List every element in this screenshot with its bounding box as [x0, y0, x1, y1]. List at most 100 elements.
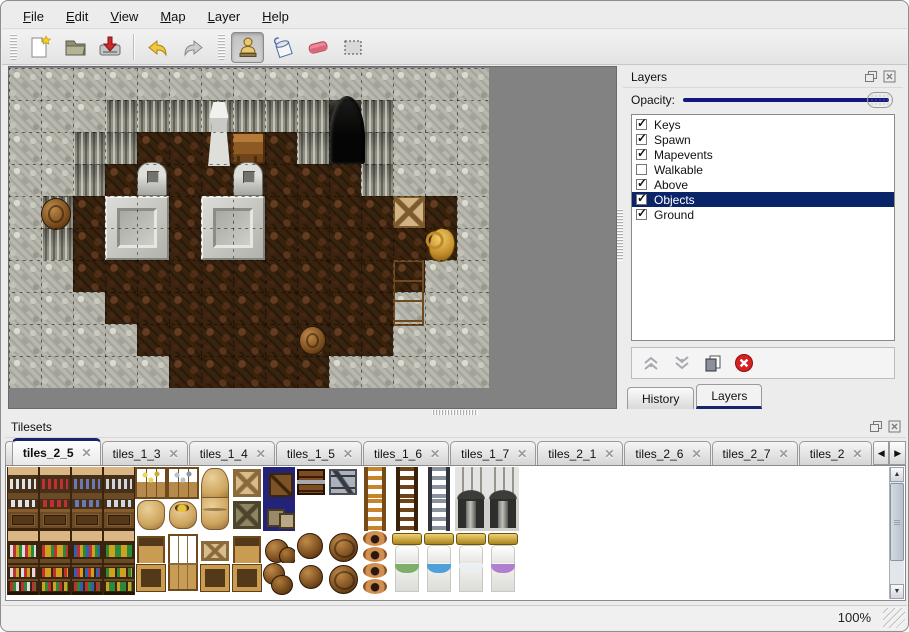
undo-button[interactable]: [141, 32, 174, 63]
palette-tile-navy-a[interactable]: [263, 467, 295, 499]
layer-visibility-checkbox[interactable]: ✓: [636, 134, 647, 145]
close-panel-button[interactable]: [882, 70, 897, 84]
map-view-panel[interactable]: [8, 66, 617, 409]
palette-tile-sh-top[interactable]: [71, 467, 103, 499]
scroll-up-button[interactable]: ▲: [890, 467, 904, 482]
palette-tile-bed-f[interactable]: [423, 563, 455, 595]
toolbar-grip[interactable]: [218, 34, 225, 60]
palette-tile-bed-f[interactable]: [455, 563, 487, 595]
palette-tile-bsh-t[interactable]: [103, 531, 135, 563]
menu-item-view[interactable]: View: [99, 6, 149, 28]
menu-item-edit[interactable]: Edit: [55, 6, 99, 28]
tab-scroll-right-button[interactable]: ▶: [889, 441, 906, 465]
palette-tile-bin-fish[interactable]: [167, 467, 199, 499]
palette-tile-empty[interactable]: [295, 499, 327, 531]
tileset-tab-tiles_2_6[interactable]: tiles_2_6✕: [624, 441, 710, 465]
map-canvas[interactable]: [9, 68, 489, 388]
close-tab-icon[interactable]: ✕: [430, 447, 440, 461]
tileset-palette[interactable]: [7, 467, 519, 595]
palette-tile-sh-bot[interactable]: [39, 499, 71, 531]
layer-visibility-checkbox[interactable]: ✓: [636, 179, 647, 190]
fill-tool-button[interactable]: [266, 32, 299, 63]
palette-tile-pots-t[interactable]: [359, 531, 391, 563]
tileset-tab-tiles_1_5[interactable]: tiles_1_5✕: [276, 441, 362, 465]
palette-tile-crate-l[interactable]: [231, 467, 263, 499]
scroll-down-button[interactable]: ▼: [890, 584, 904, 599]
delete-layer-button[interactable]: [733, 352, 755, 374]
close-tab-icon[interactable]: ✕: [852, 447, 862, 461]
palette-tile-bin-o[interactable]: [231, 563, 263, 595]
palette-tile-crate-d[interactable]: [231, 499, 263, 531]
opacity-slider-track[interactable]: [683, 98, 889, 102]
close-tab-icon[interactable]: ✕: [82, 446, 92, 460]
palette-tile-bstack-t[interactable]: [327, 531, 359, 563]
palette-tile-sh-top[interactable]: [7, 467, 39, 499]
palette-tile-bsh-t[interactable]: [71, 531, 103, 563]
palette-tile-sh-bot[interactable]: [103, 499, 135, 531]
layer-row-spawn[interactable]: ✓Spawn: [632, 132, 894, 147]
palette-tile-bin-o[interactable]: [135, 563, 167, 595]
palette-tile-sack[interactable]: [135, 499, 167, 531]
tileset-tab-tiles_2_7[interactable]: tiles_2_7✕: [712, 441, 798, 465]
palette-tile-lad-b-b[interactable]: [391, 499, 423, 531]
palette-tile-lad-o-b[interactable]: [359, 499, 391, 531]
close-tab-icon[interactable]: ✕: [604, 447, 614, 461]
palette-tile-bin-o[interactable]: [199, 563, 231, 595]
opacity-slider-handle[interactable]: [867, 92, 893, 108]
palette-tile-bsh-b[interactable]: [103, 563, 135, 595]
raise-layer-button[interactable]: [640, 352, 662, 374]
palette-tile-chestbig-b[interactable]: [167, 563, 199, 595]
dock-tab-history[interactable]: History: [627, 387, 694, 409]
palette-tile-arch-d[interactable]: [487, 499, 519, 531]
palette-tile-bsh-t[interactable]: [39, 531, 71, 563]
tileset-tab-tiles_1_7[interactable]: tiles_1_7✕: [450, 441, 536, 465]
scrollbar-thumb[interactable]: [890, 483, 904, 561]
splitter-grip[interactable]: [432, 410, 478, 415]
palette-tile-crate-s[interactable]: [199, 531, 231, 563]
palette-tile-bed-h[interactable]: [487, 531, 519, 563]
close-tab-icon[interactable]: ✕: [691, 447, 701, 461]
layer-visibility-checkbox[interactable]: ✓: [636, 209, 647, 220]
palette-tile-navy-b[interactable]: [263, 499, 295, 531]
menu-item-map[interactable]: Map: [149, 6, 196, 28]
palette-tile-chest-z[interactable]: [327, 467, 359, 499]
close-tab-icon[interactable]: ✕: [517, 447, 527, 461]
close-tab-icon[interactable]: ✕: [256, 447, 266, 461]
layer-visibility-checkbox[interactable]: ✓: [636, 119, 647, 130]
palette-tile-lad-o-t[interactable]: [359, 467, 391, 499]
palette-tile-bsh-b[interactable]: [39, 563, 71, 595]
tileset-tab-partial[interactable]: [5, 441, 12, 465]
palette-tile-bin-t[interactable]: [135, 531, 167, 563]
palette-tile-bsh-b[interactable]: [7, 563, 39, 595]
palette-tile-sh-bot[interactable]: [7, 499, 39, 531]
layer-row-keys[interactable]: ✓Keys: [632, 117, 894, 132]
close-tab-icon[interactable]: ✕: [169, 447, 179, 461]
palette-tile-chest-a[interactable]: [295, 467, 327, 499]
palette-tile-lad-b-t[interactable]: [391, 467, 423, 499]
palette-tile-bed-f[interactable]: [391, 563, 423, 595]
palette-tile-barrels-3[interactable]: [263, 563, 295, 595]
palette-tile-sh-top[interactable]: [39, 467, 71, 499]
close-tab-icon[interactable]: ✕: [779, 447, 789, 461]
window-resize-grip[interactable]: [883, 608, 905, 628]
redo-button[interactable]: [176, 32, 209, 63]
layer-row-ground[interactable]: ✓Ground: [632, 207, 894, 222]
layer-list[interactable]: ✓Keys✓Spawn✓MapeventsWalkable✓Above✓Obje…: [631, 114, 895, 341]
float-panel-button[interactable]: [863, 70, 878, 84]
tileset-tab-tiles_2[interactable]: tiles_2✕: [799, 441, 872, 465]
tileset-tab-tiles_1_3[interactable]: tiles_1_3✕: [102, 441, 188, 465]
palette-tile-bed-h[interactable]: [391, 531, 423, 563]
palette-tile-bin-t[interactable]: [231, 531, 263, 563]
layer-visibility-checkbox[interactable]: ✓: [636, 194, 647, 205]
layer-row-mapevents[interactable]: ✓Mapevents: [632, 147, 894, 162]
toolbar-grip[interactable]: [10, 34, 17, 60]
palette-tile-empty[interactable]: [327, 499, 359, 531]
palette-tile-arch-t[interactable]: [455, 467, 487, 499]
palette-tile-barrels-2[interactable]: [295, 531, 327, 563]
tab-scroll-left-button[interactable]: ◀: [873, 441, 890, 465]
palette-tile-bstack-b[interactable]: [327, 563, 359, 595]
palette-tile-barrels-1[interactable]: [263, 531, 295, 563]
menu-item-layer[interactable]: Layer: [197, 6, 252, 28]
palette-tile-barrels-4[interactable]: [295, 563, 327, 595]
stamp-tool-button[interactable]: [231, 32, 264, 63]
